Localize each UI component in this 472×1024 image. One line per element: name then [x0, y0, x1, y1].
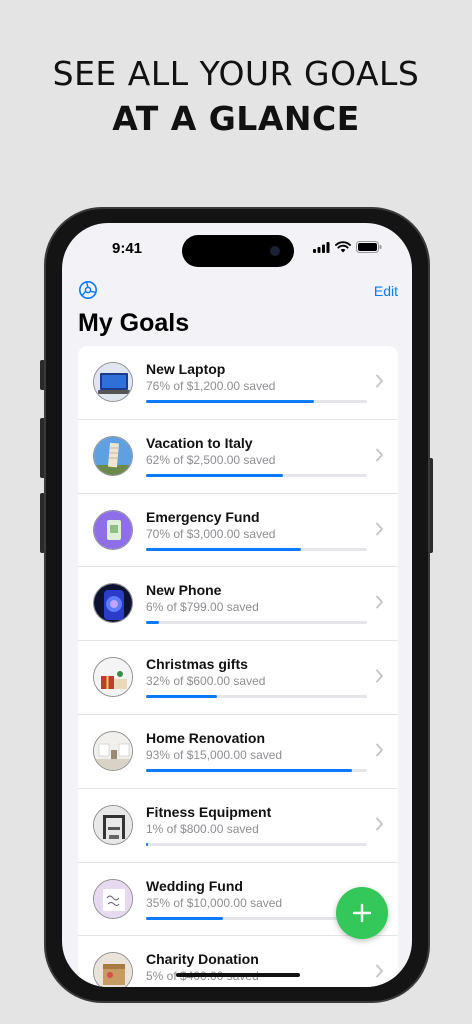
goal-thumbnail: [93, 657, 133, 698]
goal-thumbnail: [93, 435, 133, 476]
goal-progress-fill: [146, 400, 314, 403]
goal-progress-bar: [146, 621, 367, 625]
goal-row[interactable]: Home Renovation 93% of $15,000.00 saved: [78, 715, 398, 789]
goal-thumbnail: [93, 362, 133, 402]
goal-progress-bar: [146, 768, 367, 772]
goal-progress-text: 70% of $3,000.00 saved: [146, 526, 276, 541]
phone-frame: 9:41 Edit My Goals New Laptop 76% of $1,…: [44, 207, 430, 1003]
camera-icon: [270, 246, 280, 256]
goal-progress-text: 35% of $10,000.00 saved: [146, 895, 283, 910]
goal-progress-fill: [146, 473, 284, 477]
goal-progress-fill: [146, 768, 352, 772]
goal-row[interactable]: New Phone 6% of $799.00 saved: [78, 567, 398, 642]
cellular-signal-icon: [313, 241, 330, 253]
goal-name: New Phone: [146, 582, 222, 599]
chevron-right-icon: [376, 448, 383, 462]
battery-icon: [356, 241, 382, 253]
goal-progress-bar: [146, 547, 367, 551]
goal-name: Charity Donation: [146, 951, 259, 968]
goal-progress-text: 93% of $15,000.00 saved: [146, 747, 283, 762]
goal-name: Wedding Fund: [146, 877, 243, 894]
goal-name: Vacation to Italy: [146, 434, 253, 451]
goal-thumbnail: [93, 583, 133, 624]
goal-name: New Laptop: [146, 361, 226, 377]
chevron-right-icon: [376, 374, 383, 388]
goal-progress-bar: [146, 842, 367, 846]
page-title: My Goals: [78, 309, 190, 337]
goal-row[interactable]: New Laptop 76% of $1,200.00 saved: [78, 346, 398, 420]
goal-progress-fill: [146, 621, 160, 625]
chevron-right-icon: [376, 743, 383, 757]
chevron-right-icon: [376, 595, 383, 609]
goal-thumbnail: [93, 730, 133, 771]
promo-headline-line2: AT A GLANCE: [112, 99, 360, 138]
goal-progress-text: 1% of $800.00 saved: [146, 821, 259, 836]
goal-progress-fill: [146, 916, 224, 920]
dynamic-island: [182, 235, 294, 267]
goal-thumbnail: [93, 804, 133, 845]
promo-headline-line1: SEE ALL YOUR GOALS: [52, 54, 420, 93]
goal-row[interactable]: Vacation to Italy 62% of $2,500.00 saved: [78, 420, 398, 494]
gear-icon[interactable]: [78, 280, 98, 300]
home-indicator: [176, 973, 300, 977]
goal-progress-bar: [146, 400, 367, 403]
chevron-right-icon: [376, 817, 383, 831]
goal-thumbnail: [93, 952, 133, 987]
edit-button[interactable]: Edit: [374, 283, 398, 299]
goal-progress-bar: [146, 473, 367, 477]
goal-name: Home Renovation: [146, 729, 266, 746]
goal-thumbnail: [93, 878, 133, 919]
app-screen: 9:41 Edit My Goals New Laptop 76% of $1,…: [62, 223, 412, 987]
goal-progress-fill: [146, 842, 149, 846]
goal-progress-text: 62% of $2,500.00 saved: [146, 452, 276, 467]
status-time: 9:41: [112, 240, 143, 257]
goal-row[interactable]: Fitness Equipment 1% of $800.00 saved: [78, 789, 398, 863]
chevron-right-icon: [376, 669, 383, 683]
goal-row[interactable]: Christmas gifts 32% of $600.00 saved: [78, 641, 398, 715]
goal-progress-text: 76% of $1,200.00 saved: [146, 379, 276, 393]
goal-thumbnail: [93, 509, 133, 550]
goal-progress-fill: [146, 547, 301, 551]
wifi-icon: [335, 241, 351, 253]
chevron-right-icon: [376, 964, 383, 978]
add-goal-button[interactable]: [336, 887, 388, 939]
goal-row[interactable]: Emergency Fund 70% of $3,000.00 saved: [78, 494, 398, 568]
goal-progress-text: 6% of $799.00 saved: [146, 600, 259, 615]
goal-progress-fill: [146, 695, 217, 699]
chevron-right-icon: [376, 522, 383, 535]
goal-row[interactable]: Charity Donation5% of $400.00 saved: [78, 936, 398, 987]
goal-name: Christmas gifts: [146, 656, 248, 673]
navigation-bar: Edit: [62, 275, 412, 305]
goal-progress-bar: [146, 695, 367, 699]
goal-name: Emergency Fund: [146, 508, 260, 525]
status-bar: 9:41: [62, 223, 412, 275]
status-icons: [313, 241, 382, 253]
goal-name: Fitness Equipment: [146, 803, 272, 820]
goal-progress-text: 32% of $600.00 saved: [146, 674, 266, 689]
goal-progress-bar: [146, 916, 367, 920]
plus-icon: [352, 903, 372, 923]
